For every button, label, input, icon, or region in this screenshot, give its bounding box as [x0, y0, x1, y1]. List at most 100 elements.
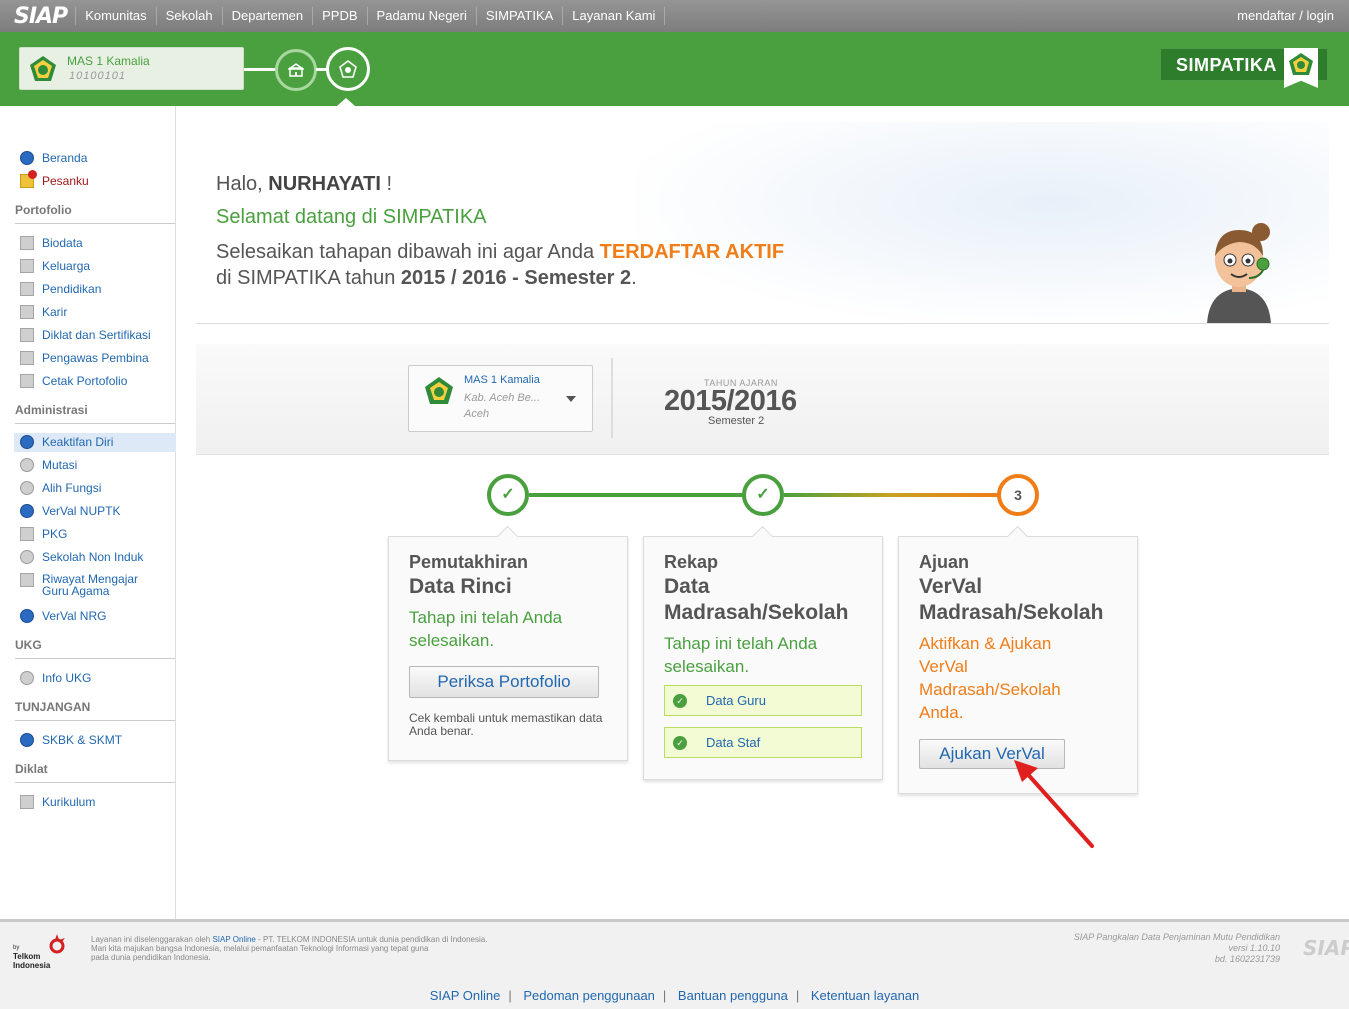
pointer-arrow-icon: [1014, 760, 1094, 848]
emblem-flag-icon: [1284, 48, 1318, 88]
top-navigation: SIAP Komunitas Sekolah Departemen PPDB P…: [0, 0, 1349, 32]
sidebar-item-label: PKG: [42, 527, 68, 541]
nav-sekolah[interactable]: Sekolah: [155, 7, 222, 25]
sidebar-item-mutasi[interactable]: Mutasi: [20, 457, 77, 473]
info-icon: [20, 504, 34, 518]
sidebar-item-beranda[interactable]: Beranda: [20, 150, 87, 166]
sidebar-item-diklat-sertifikasi[interactable]: Diklat dan Sertifikasi: [20, 327, 151, 343]
progress-line-1: [529, 493, 743, 497]
building-icon[interactable]: [275, 49, 317, 91]
mascot-illustration: [1207, 223, 1271, 323]
sidebar-item-label: SKBK & SKMT: [42, 733, 123, 747]
sidebar-item-label: Alih Fungsi: [42, 481, 102, 495]
academic-year-bar: MAS 1 Kamalia Kab. Aceh Be... Aceh TAHUN…: [196, 344, 1329, 455]
sidebar-item-cetak-portofolio[interactable]: Cetak Portofolio: [20, 373, 127, 389]
card-title: Ajuan: [919, 552, 970, 572]
card-title: Rekap: [664, 552, 719, 572]
sidebar-item-riwayat-mengajar[interactable]: Riwayat Mengajar Guru Agama: [20, 573, 138, 601]
chart-icon: [20, 527, 34, 541]
madrasah-emblem-icon: [425, 377, 453, 404]
nav-departemen[interactable]: Departemen: [221, 7, 313, 25]
sidebar-item-label: VerVal NRG: [42, 609, 107, 623]
footer-link-pedoman[interactable]: Pedoman penggunaan: [523, 988, 655, 1003]
siap-logo[interactable]: SIAP: [14, 4, 68, 29]
welcome-text: Selamat datang di SIMPATIKA: [216, 206, 487, 228]
nav-ppdb[interactable]: PPDB: [312, 7, 366, 25]
brand-label: SIMPATIKA: [1176, 55, 1277, 75]
progress-line-2: [784, 493, 998, 497]
sidebar-item-keluarga[interactable]: Keluarga: [20, 258, 90, 274]
welcome-hero: Halo, NURHAYATI ! Selamat datang di SIMP…: [196, 122, 1329, 324]
data-staf-item[interactable]: ✓ Data Staf: [664, 727, 862, 758]
connector-line: [244, 68, 276, 71]
sidebar-item-keaktifan-diri[interactable]: Keaktifan Diri: [20, 434, 113, 450]
greeting: Halo, NURHAYATI !: [216, 173, 393, 195]
sidebar-item-label: Cetak Portofolio: [42, 374, 128, 388]
sidebar-item-verval-nuptk[interactable]: VerVal NUPTK: [20, 503, 120, 519]
step-2-check-icon: ✓: [742, 474, 784, 516]
sidebar-item-label: Karir: [42, 305, 68, 319]
card-status: Tahap ini telah Anda selesaikan.: [664, 634, 818, 676]
nav-simpatika[interactable]: SIMPATIKA: [475, 7, 562, 25]
school-emblem-icon[interactable]: [326, 47, 370, 91]
check-icon: ✓: [673, 736, 687, 750]
academic-year: 2015/2016: [664, 385, 797, 417]
footer-link-bantuan[interactable]: Bantuan pengguna: [678, 988, 788, 1003]
simpatika-brand: SIMPATIKA: [1160, 48, 1328, 88]
footer-link-ketentuan[interactable]: Ketentuan layanan: [811, 988, 919, 1003]
sidebar-item-verval-nrg[interactable]: VerVal NRG: [20, 608, 106, 624]
sidebar-heading-administrasi: Administrasi: [15, 403, 175, 424]
selector-school-region: Kab. Aceh Be...: [464, 392, 541, 404]
chevron-down-icon[interactable]: [566, 396, 576, 402]
check-label: Data Staf: [706, 735, 761, 750]
sidebar-item-pendidikan[interactable]: Pendidikan: [20, 281, 101, 297]
card-pointer: [496, 525, 519, 548]
person-icon: [20, 481, 34, 495]
sidebar-item-kurikulum[interactable]: Kurikulum: [20, 794, 95, 810]
nav-padamu-negeri[interactable]: Padamu Negeri: [366, 7, 476, 25]
login-link[interactable]: mendaftar / login: [1237, 8, 1334, 23]
sidebar-item-biodata[interactable]: Biodata: [20, 235, 83, 251]
data-guru-item[interactable]: ✓ Data Guru: [664, 685, 862, 716]
sidebar-item-sekolah-non-induk[interactable]: Sekolah Non Induk: [20, 549, 143, 565]
step-card-rekap: Rekap Data Madrasah/Sekolah Tahap ini te…: [643, 525, 883, 780]
document-icon: [20, 374, 34, 388]
nav-komunitas[interactable]: Komunitas: [75, 7, 155, 25]
sidebar-item-pengawas-pembina[interactable]: Pengawas Pembina: [20, 350, 149, 366]
document-icon: [20, 795, 34, 809]
madrasah-emblem-icon: [30, 56, 56, 81]
card-title: VerVal: [919, 575, 983, 598]
divider: [611, 358, 613, 438]
sidebar-item-alih-fungsi[interactable]: Alih Fungsi: [20, 480, 101, 496]
document-icon: [20, 351, 34, 365]
info-icon: [20, 671, 34, 685]
status-highlight: TERDAFTAR AKTIF: [599, 241, 785, 263]
periksa-portofolio-button[interactable]: Periksa Portofolio: [409, 666, 599, 698]
sidebar-item-label: Diklat dan Sertifikasi: [42, 328, 151, 342]
sidebar-heading-diklat: Diklat: [15, 762, 175, 783]
semester: Semester 2: [708, 415, 765, 427]
active-indicator: [337, 98, 355, 106]
document-icon: [20, 282, 34, 296]
sidebar-item-info-ukg[interactable]: Info UKG: [20, 670, 91, 686]
school-card[interactable]: MAS 1 Kamalia 10100101: [19, 47, 244, 90]
step-card-ajuan-verval: Ajuan VerVal Madrasah/Sekolah Aktifkan &…: [898, 525, 1138, 794]
user-name: NURHAYATI: [268, 173, 381, 195]
selector-school-name: MAS 1 Kamalia: [464, 374, 540, 386]
nav-layanan-kami[interactable]: Layanan Kami: [562, 7, 666, 25]
siap-online-link[interactable]: SIAP Online: [212, 935, 255, 944]
step-1-check-icon: ✓: [487, 474, 529, 516]
footer-link-siap-online[interactable]: SIAP Online: [430, 988, 501, 1003]
transfer-icon: [20, 458, 34, 472]
school-selector[interactable]: MAS 1 Kamalia Kab. Aceh Be... Aceh: [408, 365, 593, 432]
telkom-indonesia-logo[interactable]: by Telkom Indonesia: [11, 934, 71, 970]
sidebar-item-pesanku[interactable]: Pesanku: [20, 170, 89, 189]
card-pointer: [1006, 525, 1029, 548]
sidebar-item-label: Kurikulum: [42, 795, 96, 809]
sidebar-item-pkg[interactable]: PKG: [20, 526, 67, 542]
document-icon: [20, 259, 34, 273]
sidebar-item-skbk-skmt[interactable]: SKBK & SKMT: [20, 732, 122, 748]
document-icon: [20, 573, 34, 587]
sidebar-item-label: Mutasi: [42, 458, 78, 472]
sidebar-item-karir[interactable]: Karir: [20, 304, 67, 320]
